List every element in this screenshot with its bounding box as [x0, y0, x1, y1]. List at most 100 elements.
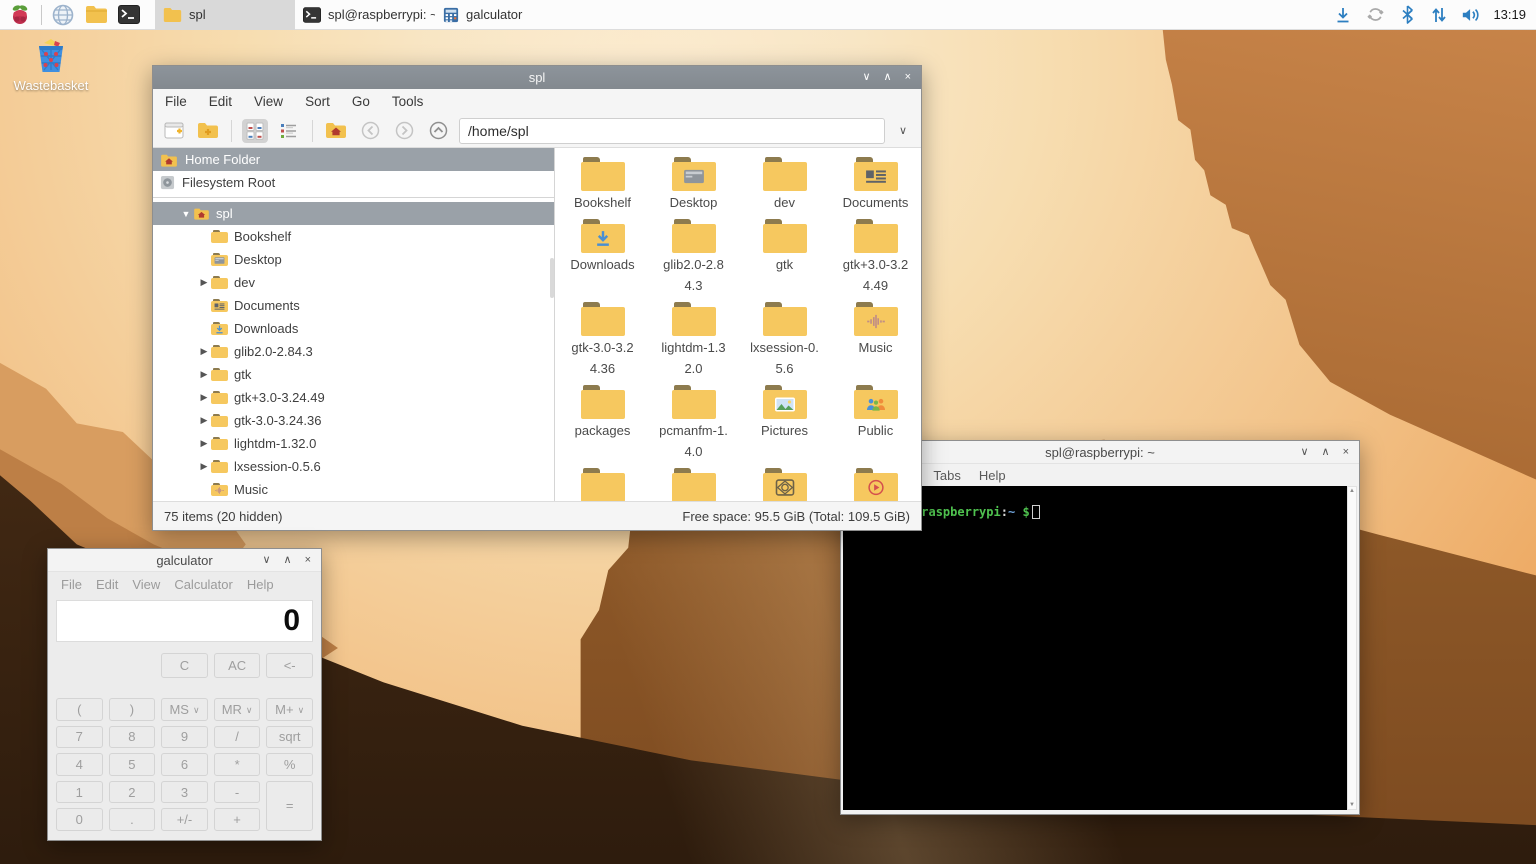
- calc-button-+/-[interactable]: +/-: [161, 808, 208, 831]
- file-grid-item[interactable]: gtk: [739, 212, 830, 295]
- menu-item-edit[interactable]: Edit: [209, 94, 232, 109]
- menu-item-calculator[interactable]: Calculator: [174, 577, 233, 592]
- calc-button-)[interactable]: ): [109, 698, 156, 721]
- menu-item-tools[interactable]: Tools: [392, 94, 424, 109]
- calc-button-m+[interactable]: M+∨: [266, 698, 313, 721]
- task-button-terminal[interactable]: spl@raspberrypi: ~: [295, 0, 435, 30]
- calc-button-4[interactable]: 4: [56, 753, 103, 776]
- path-dropdown-icon[interactable]: ∨: [893, 124, 913, 137]
- calc-button-6[interactable]: 6: [161, 753, 208, 776]
- calc-button-5[interactable]: 5: [109, 753, 156, 776]
- terminal-screen[interactable]: spl@raspberrypi:~ $: [843, 486, 1347, 810]
- file-grid-item[interactable]: Downloads: [557, 212, 648, 295]
- file-grid-item[interactable]: lxsession-0.5.6: [739, 295, 830, 378]
- terminal-close-button[interactable]: ×: [1343, 441, 1349, 464]
- tree-item[interactable]: ▶gtk: [153, 363, 554, 386]
- fm-shade-button[interactable]: ∨: [862, 66, 870, 89]
- menu-item-help[interactable]: Help: [247, 577, 274, 592]
- terminal-maximize-button[interactable]: ∧: [1322, 441, 1330, 464]
- web-browser-icon[interactable]: [51, 3, 75, 27]
- calc-button-7[interactable]: 7: [56, 726, 103, 749]
- file-grid-item[interactable]: dev: [739, 150, 830, 212]
- calc-button-ac[interactable]: AC: [214, 653, 261, 678]
- calc-shade-button[interactable]: ∨: [262, 549, 270, 572]
- expander-closed-icon[interactable]: ▶: [197, 438, 211, 449]
- sidebar-item-filesystem-root[interactable]: Filesystem Root: [153, 171, 554, 194]
- back-button[interactable]: [357, 119, 383, 143]
- menu-item-go[interactable]: Go: [352, 94, 370, 109]
- calc-button-9[interactable]: 9: [161, 726, 208, 749]
- file-grid-item[interactable]: [739, 461, 830, 501]
- path-input[interactable]: /home/spl: [459, 118, 885, 144]
- file-grid-item[interactable]: Pictures: [739, 378, 830, 461]
- download-tray-icon[interactable]: [1333, 5, 1353, 25]
- file-grid-item[interactable]: Music: [830, 295, 921, 378]
- file-grid-item[interactable]: [830, 461, 921, 501]
- file-grid-item[interactable]: gtk-3.0-3.24.36: [557, 295, 648, 378]
- calc-button-=[interactable]: =: [266, 781, 313, 831]
- scroll-up-icon[interactable]: ▲: [1349, 488, 1355, 494]
- expander-closed-icon[interactable]: ▶: [197, 346, 211, 357]
- calc-button-([interactable]: (: [56, 698, 103, 721]
- icon-view-toggle[interactable]: [242, 119, 268, 143]
- fm-close-button[interactable]: ×: [905, 66, 911, 89]
- network-tray-icon[interactable]: [1429, 5, 1449, 25]
- expander-open-icon[interactable]: ▼: [179, 209, 193, 219]
- tree-item[interactable]: ▶gtk+3.0-3.24.49: [153, 386, 554, 409]
- file-manager-window[interactable]: spl ∨ ∧ × FileEditViewSortGoTools: [152, 65, 922, 531]
- expander-closed-icon[interactable]: ▶: [197, 369, 211, 380]
- calc-button-c[interactable]: C: [161, 653, 208, 678]
- wastebasket-desktop-icon[interactable]: Wastebasket: [12, 36, 90, 93]
- list-view-toggle[interactable]: [276, 119, 302, 143]
- tree-item[interactable]: ▶gtk-3.0-3.24.36: [153, 409, 554, 432]
- menu-item-view[interactable]: View: [132, 577, 160, 592]
- tree-item[interactable]: Music: [153, 478, 554, 501]
- calc-close-button[interactable]: ×: [305, 549, 311, 572]
- calc-maximize-button[interactable]: ∧: [284, 549, 292, 572]
- calc-button-*[interactable]: *: [214, 753, 261, 776]
- bluetooth-tray-icon[interactable]: [1397, 5, 1417, 25]
- menu-item-sort[interactable]: Sort: [305, 94, 330, 109]
- fm-titlebar[interactable]: spl ∨ ∧ ×: [153, 66, 921, 89]
- tree-item-root[interactable]: ▼spl: [153, 202, 554, 225]
- file-grid-item[interactable]: glib2.0-2.84.3: [648, 212, 739, 295]
- calc-titlebar[interactable]: galculator ∨ ∧ ×: [48, 549, 321, 572]
- menu-item-file[interactable]: File: [61, 577, 82, 592]
- new-folder-button[interactable]: [195, 119, 221, 143]
- volume-tray-icon[interactable]: [1461, 5, 1481, 25]
- tree-item[interactable]: ▶lxsession-0.5.6: [153, 455, 554, 478]
- menu-item-edit[interactable]: Edit: [96, 577, 118, 592]
- calc-button-<-[interactable]: <-: [266, 653, 313, 678]
- menu-item-view[interactable]: View: [254, 94, 283, 109]
- file-grid-item[interactable]: Documents: [830, 150, 921, 212]
- calc-button-ms[interactable]: MS∨: [161, 698, 208, 721]
- file-grid-item[interactable]: pcmanfm-1.4.0: [648, 378, 739, 461]
- menu-item-help[interactable]: Help: [974, 468, 1011, 483]
- tree-item[interactable]: Desktop: [153, 248, 554, 271]
- terminal-shade-button[interactable]: ∨: [1300, 441, 1308, 464]
- expander-closed-icon[interactable]: ▶: [197, 392, 211, 403]
- tree-item[interactable]: ▶glib2.0-2.84.3: [153, 340, 554, 363]
- calculator-window[interactable]: galculator ∨ ∧ × File Edit View Calculator H…: [47, 548, 322, 841]
- file-manager-launcher-icon[interactable]: [84, 3, 108, 27]
- file-grid-item[interactable]: gtk+3.0-3.24.49: [830, 212, 921, 295]
- task-button-folder[interactable]: spl: [155, 0, 295, 30]
- sidebar-scrollbar-thumb[interactable]: [550, 258, 554, 298]
- tree-item[interactable]: Downloads: [153, 317, 554, 340]
- calc-button-.[interactable]: .: [109, 808, 156, 831]
- calc-button-8[interactable]: 8: [109, 726, 156, 749]
- new-tab-button[interactable]: [161, 119, 187, 143]
- tree-item[interactable]: ▶dev: [153, 271, 554, 294]
- calc-button-mr[interactable]: MR∨: [214, 698, 261, 721]
- sidebar-item-home-folder[interactable]: Home Folder: [153, 148, 554, 171]
- file-grid-item[interactable]: Public: [830, 378, 921, 461]
- calc-button--[interactable]: -: [214, 781, 261, 804]
- terminal-launcher-icon[interactable]: [117, 3, 141, 27]
- calc-button-/[interactable]: /: [214, 726, 261, 749]
- tree-item[interactable]: ▶lightdm-1.32.0: [153, 432, 554, 455]
- expander-closed-icon[interactable]: ▶: [197, 461, 211, 472]
- calc-button-0[interactable]: 0: [56, 808, 103, 831]
- expander-closed-icon[interactable]: ▶: [197, 415, 211, 426]
- file-grid-item[interactable]: packages: [557, 378, 648, 461]
- calc-button-2[interactable]: 2: [109, 781, 156, 804]
